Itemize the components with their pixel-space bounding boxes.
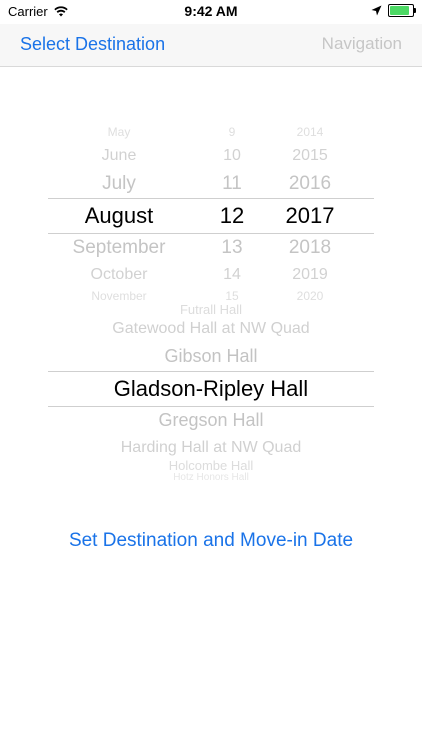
year-option[interactable]: 2020 <box>270 289 350 303</box>
hall-option-selected[interactable]: Gladson-Ripley Hall <box>48 376 374 402</box>
day-option[interactable]: 9 <box>200 125 264 139</box>
year-option[interactable]: 2016 <box>270 173 350 196</box>
month-option[interactable]: May <box>48 125 190 139</box>
year-option[interactable]: 2015 <box>270 146 350 165</box>
status-bar: Carrier 9:42 AM <box>0 0 422 24</box>
date-selection-divider <box>48 198 374 199</box>
year-option[interactable]: 2014 <box>270 125 350 139</box>
month-option-selected[interactable]: August <box>48 203 190 229</box>
hall-option[interactable]: Harding Hall at NW Quad <box>48 438 374 457</box>
month-option[interactable]: July <box>48 173 190 196</box>
day-option[interactable]: 10 <box>200 146 264 165</box>
status-right <box>371 4 416 17</box>
hall-option[interactable]: Gatewood Hall at NW Quad <box>48 319 374 338</box>
battery-icon <box>388 4 416 17</box>
year-option-selected[interactable]: 2017 <box>270 203 350 229</box>
hall-option[interactable]: Gibson Hall <box>48 346 374 368</box>
hall-option[interactable]: Hotz Honors Hall <box>48 472 374 484</box>
date-selection-divider <box>48 233 374 234</box>
hall-option[interactable]: Gregson Hall <box>48 410 374 432</box>
month-option[interactable]: September <box>48 237 190 260</box>
navigation-bar: Select Destination Navigation <box>0 24 422 67</box>
day-option-selected[interactable]: 12 <box>200 203 264 229</box>
month-option[interactable]: June <box>48 146 190 165</box>
year-option[interactable]: 2019 <box>270 265 350 284</box>
hall-option[interactable]: Futrall Hall <box>48 302 374 318</box>
location-arrow-icon <box>371 5 382 16</box>
year-option[interactable]: 2018 <box>270 237 350 260</box>
status-time: 9:42 AM <box>184 3 238 19</box>
month-option[interactable]: November <box>48 289 190 303</box>
day-option[interactable]: 13 <box>200 237 264 260</box>
day-option[interactable]: 11 <box>200 173 264 196</box>
hall-selection-divider <box>48 406 374 407</box>
set-destination-button[interactable]: Set Destination and Move-in Date <box>0 530 422 552</box>
navigation-button[interactable]: Navigation <box>322 34 402 54</box>
day-option[interactable]: 14 <box>200 265 264 284</box>
nav-title-select-destination[interactable]: Select Destination <box>20 34 165 55</box>
hall-selection-divider <box>48 371 374 372</box>
day-option[interactable]: 15 <box>200 289 264 303</box>
month-option[interactable]: October <box>48 265 190 284</box>
battery-fill <box>390 6 409 15</box>
